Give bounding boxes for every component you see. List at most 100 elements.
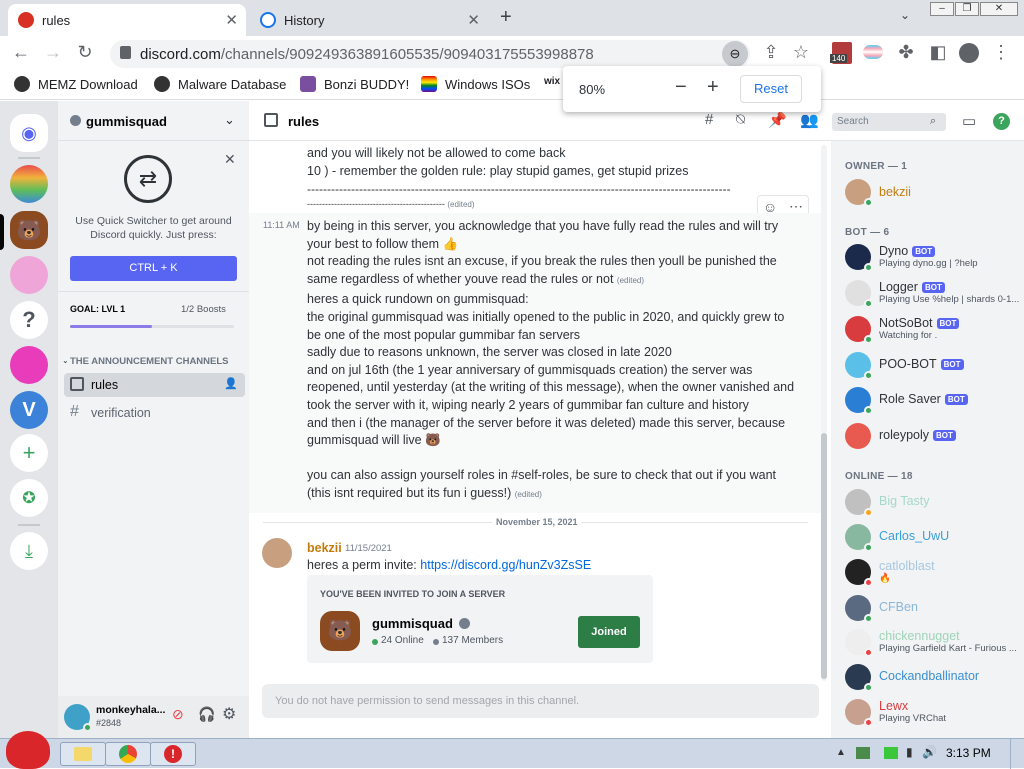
zoom-reset-button[interactable]: Reset	[740, 75, 802, 103]
headphones-icon[interactable]: 🎧	[198, 706, 215, 723]
member-item[interactable]: Lewx Playing VRChat	[845, 699, 946, 727]
channel-item-rules[interactable]: rules 👤	[64, 373, 245, 397]
bookmark-memz[interactable]: MEMZ Download	[14, 76, 138, 92]
server-verified-icon	[70, 115, 81, 126]
extensions-puzzle-icon[interactable]: ✤	[895, 42, 917, 63]
bookmark-malware-db[interactable]: Malware Database	[154, 76, 286, 92]
taskbar-chrome-button[interactable]	[105, 742, 151, 766]
quick-switcher-text: Discord quickly. Just press:	[90, 229, 217, 241]
zoom-out-button[interactable]: −	[675, 76, 687, 99]
member-item[interactable]: Big Tasty	[845, 489, 930, 517]
tab-rules[interactable]: rules ✕	[8, 4, 246, 36]
chat-scrollbar[interactable]	[821, 145, 827, 681]
settings-gear-icon[interactable]: ⚙	[222, 704, 236, 724]
clock[interactable]: 3:13 PM	[946, 746, 991, 760]
zoom-in-button[interactable]: +	[707, 76, 719, 99]
network-icon[interactable]: ▮	[906, 745, 913, 759]
explore-compass-icon[interactable]: ✪	[10, 479, 48, 517]
discord-app: ◉ 🐻 ? V + ✪ ⤓ gummisquad ⌄ ✕ ⇄ Use Quick…	[0, 101, 1024, 738]
inbox-icon[interactable]: ▭	[962, 112, 976, 130]
server-gummisquad-icon[interactable]: 🐻	[10, 211, 48, 249]
bookmark-wix[interactable]: wix	[544, 76, 560, 87]
member-item[interactable]: chickennugget Playing Garfield Kart - Fur…	[845, 629, 1017, 657]
member-item[interactable]: bekzii	[845, 179, 911, 207]
pin-icon[interactable]: 📌	[768, 111, 787, 129]
close-window-button[interactable]: ✕	[980, 2, 1018, 16]
extension-icon[interactable]: 140	[830, 42, 852, 64]
member-item[interactable]: Dyno BOT Playing dyno.gg | ?help	[845, 244, 978, 272]
tab-search-icon[interactable]: ⌄	[900, 8, 910, 22]
search-input[interactable]: Search ⌕	[832, 113, 946, 131]
member-item[interactable]: Cockandballinator	[845, 664, 979, 692]
member-item[interactable]: Role Saver BOT	[845, 387, 968, 415]
side-panel-icon[interactable]: ◧	[927, 42, 949, 63]
member-item[interactable]: NotSoBot BOT Watching for .	[845, 316, 960, 344]
line-text: (this isnt required but its fun i guess!…	[307, 486, 512, 500]
server-list: ◉ 🐻 ? V + ✪ ⤓	[0, 101, 58, 738]
add-member-icon[interactable]: 👤	[224, 377, 238, 390]
help-icon[interactable]: ?	[993, 113, 1010, 130]
member-item[interactable]: Carlos_UwU	[845, 524, 949, 552]
server-v-icon[interactable]: V	[10, 391, 48, 429]
taskbar-explorer-button[interactable]	[60, 742, 106, 766]
server-header[interactable]: gummisquad ⌄	[58, 101, 249, 141]
close-icon[interactable]: ✕	[224, 151, 236, 168]
member-item[interactable]: CFBen	[845, 595, 918, 623]
tab-history[interactable]: History ✕	[250, 4, 488, 36]
boost-count[interactable]: 1/2 Boosts	[181, 304, 226, 315]
minimize-button[interactable]: –	[930, 2, 954, 16]
quick-switcher-button[interactable]: CTRL + K	[70, 256, 237, 281]
chat-scrollbar-thumb[interactable]	[821, 433, 827, 679]
invite-link[interactable]: https://discord.gg/hunZv3ZsSE	[420, 558, 591, 572]
user-avatar[interactable]	[64, 704, 92, 732]
member-item[interactable]: Logger BOT Playing Use %help | shards 0-1.…	[845, 280, 1019, 308]
member-item[interactable]: catlolblast 🔥	[845, 559, 935, 587]
bookmark-bonzi[interactable]: Bonzi BUDDY!	[300, 76, 409, 92]
member-item[interactable]: roleypoly BOT	[845, 423, 956, 449]
taskbar-app-button[interactable]: !	[150, 742, 196, 766]
message-author[interactable]: bekzii	[307, 541, 342, 555]
tray-icon[interactable]	[856, 747, 870, 759]
close-tab-icon[interactable]: ✕	[467, 11, 480, 29]
channel-category[interactable]: THE ANNOUNCEMENT CHANNELS	[70, 356, 229, 367]
menu-kebab-icon[interactable]: ⋮	[990, 42, 1012, 63]
tray-arrow-icon[interactable]: ▲	[836, 747, 846, 758]
mute-microphone-icon[interactable]: ⊘	[172, 706, 184, 723]
reload-icon[interactable]: ↻	[74, 42, 96, 63]
volume-icon[interactable]: 🔊	[922, 745, 937, 759]
back-icon[interactable]: ←	[10, 42, 32, 63]
notsobot-avatar	[845, 316, 873, 344]
address-bar[interactable]: discord.com/channels/909249363891605535/…	[110, 40, 750, 68]
tab-label: History	[284, 12, 325, 28]
notification-bell-muted-icon[interactable]: ⍉	[736, 111, 745, 128]
start-button-angry-bird-icon[interactable]	[6, 731, 50, 769]
joined-button[interactable]: Joined	[578, 616, 640, 648]
author-avatar[interactable]	[262, 538, 292, 568]
channel-item-verification[interactable]: # verification	[64, 401, 245, 425]
bookmark-windows-isos[interactable]: Windows ISOs	[421, 76, 530, 92]
flag-extension-icon[interactable]	[863, 45, 883, 59]
battery-icon[interactable]	[884, 747, 898, 759]
message-composer[interactable]: You do not have permission to send messa…	[262, 684, 819, 718]
download-apps-icon[interactable]: ⤓	[10, 532, 48, 570]
member-item[interactable]: POO-BOT BOT	[845, 352, 964, 380]
forward-icon[interactable]: →	[42, 42, 64, 63]
share-icon[interactable]: ⇪	[760, 42, 782, 63]
profile-avatar-icon[interactable]	[959, 43, 979, 63]
server-magenta-icon[interactable]	[10, 346, 48, 384]
add-server-icon[interactable]: +	[10, 434, 48, 472]
zoom-icon[interactable]: ⊖	[722, 41, 748, 67]
show-desktop-button[interactable]	[1010, 739, 1024, 769]
member-avatar	[845, 699, 873, 727]
threads-icon[interactable]: #	[705, 111, 713, 128]
member-list-icon[interactable]: 👥	[800, 111, 819, 129]
maximize-button[interactable]: ❐	[955, 2, 979, 16]
bookmark-star-icon[interactable]: ☆	[790, 42, 812, 63]
server-rainbow-icon[interactable]	[10, 165, 48, 203]
server-pink-icon[interactable]	[10, 256, 48, 294]
close-tab-icon[interactable]: ✕	[225, 11, 238, 29]
member-name: catlolblast	[879, 559, 935, 573]
new-tab-button[interactable]: +	[500, 6, 512, 29]
discord-home-icon[interactable]: ◉	[10, 114, 48, 152]
server-question-icon[interactable]: ?	[10, 301, 48, 339]
